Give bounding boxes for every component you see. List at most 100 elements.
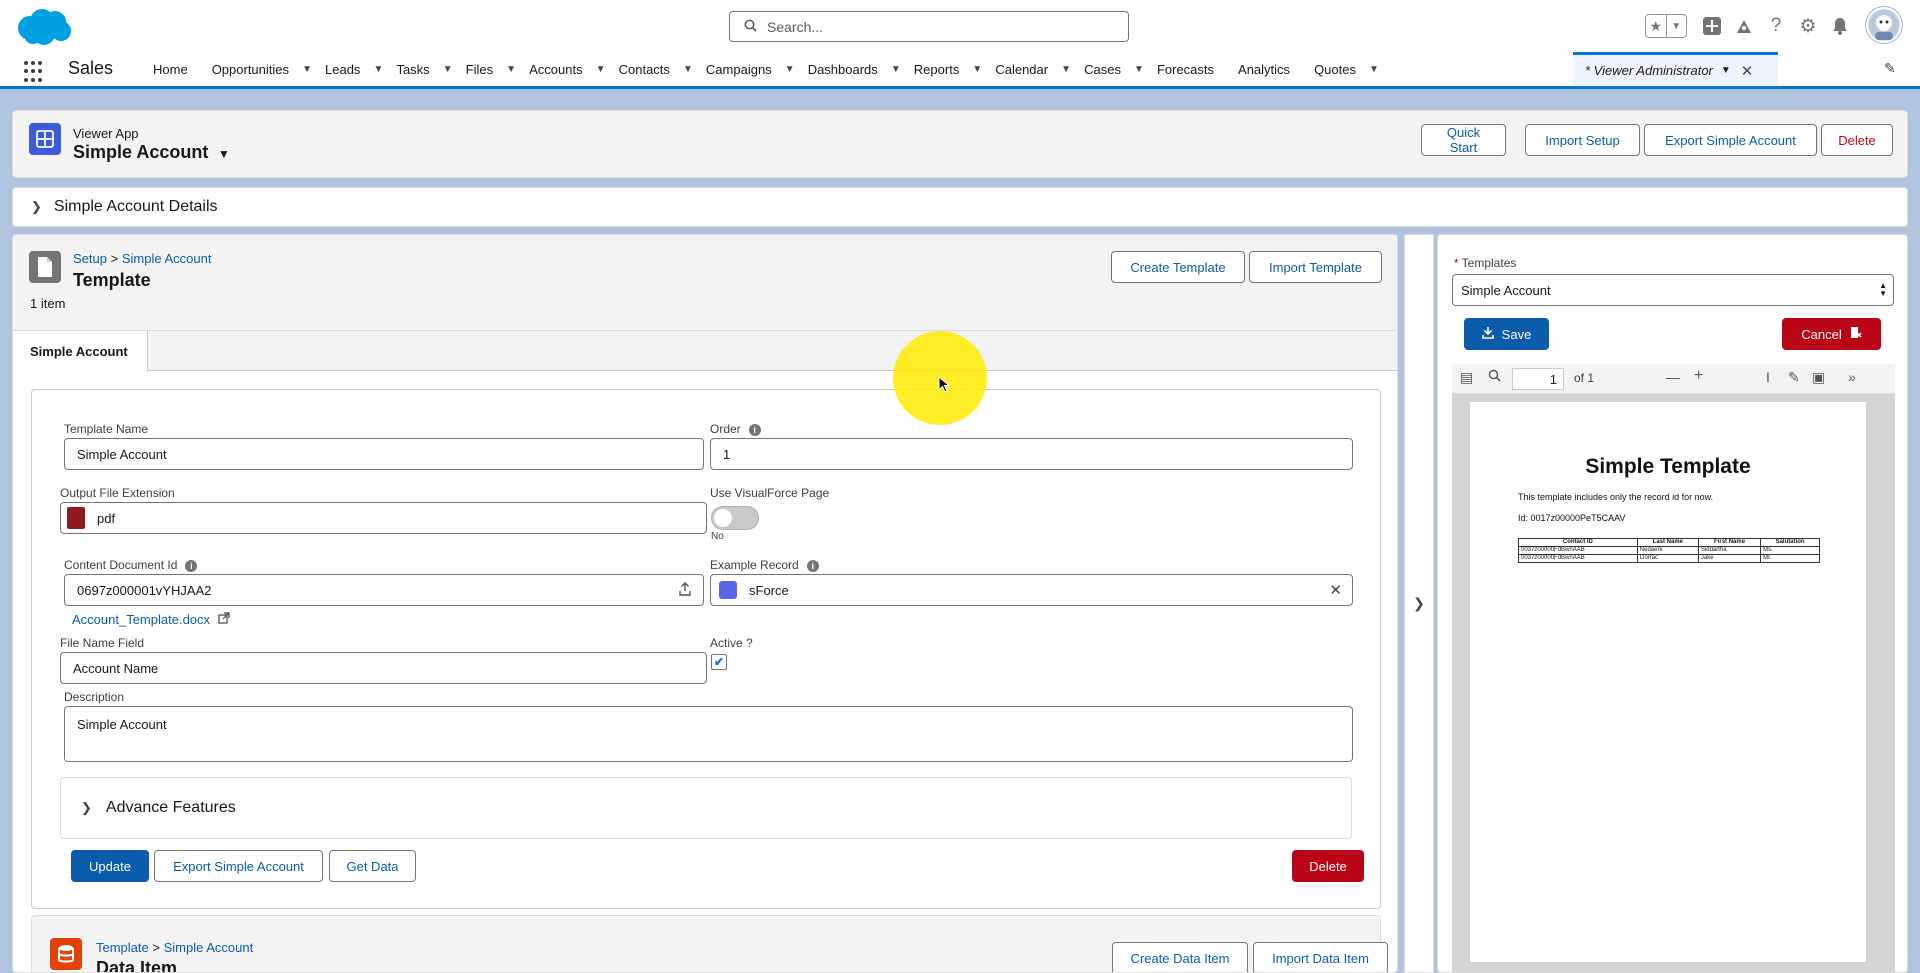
external-link-icon[interactable]	[218, 612, 230, 627]
create-data-item-button[interactable]: Create Data Item	[1112, 942, 1248, 972]
info-icon[interactable]: i	[806, 559, 819, 572]
breadcrumb-setup-link[interactable]: Setup	[73, 251, 107, 266]
delete-template-button[interactable]: Delete	[1292, 850, 1364, 882]
nav-item-reports[interactable]: Reports ▼	[908, 52, 990, 86]
pdf-table: Contact ID Last Name First Name Salutati…	[1518, 538, 1820, 563]
quick-start-button[interactable]: Quick Start	[1421, 124, 1506, 156]
close-icon[interactable]: ✕	[1741, 62, 1754, 80]
import-data-item-button[interactable]: Import Data Item	[1253, 942, 1388, 972]
chevron-down-icon[interactable]: ▼	[589, 64, 613, 75]
breadcrumb-template-link[interactable]: Template	[96, 940, 149, 955]
nav-tab-label: * Viewer Administrator	[1585, 63, 1713, 78]
pdf-table-row: 0037z00000FdBwnAAB Llorrac Jake Mr.	[1518, 554, 1820, 563]
description-textarea[interactable]: Simple Account	[64, 706, 1353, 762]
app-launcher-icon[interactable]	[24, 61, 46, 83]
trailhead-icon[interactable]	[1732, 14, 1756, 38]
caret-down-icon[interactable]: ▼	[218, 147, 230, 161]
import-setup-button[interactable]: Import Setup	[1525, 124, 1640, 156]
example-record-lookup[interactable]: sForce ✕	[710, 574, 1353, 606]
nav-item-opportunities[interactable]: Opportunities ▼	[206, 52, 319, 86]
nav-item-dashboards[interactable]: Dashboards ▼	[802, 52, 908, 86]
export-simple-account-form-button[interactable]: Export Simple Account	[154, 850, 323, 882]
user-avatar[interactable]	[1866, 7, 1902, 43]
advance-features-accordion[interactable]: ❯ Advance Features	[60, 777, 1352, 839]
delete-button[interactable]: Delete	[1821, 124, 1893, 156]
chevron-down-icon[interactable]: ▼	[1362, 64, 1386, 75]
tab-simple-account[interactable]: Simple Account	[13, 331, 148, 372]
chevron-down-icon[interactable]: ▼	[1665, 15, 1687, 37]
star-icon[interactable]: ★	[1646, 15, 1666, 37]
page-number-input[interactable]: 1	[1512, 368, 1564, 390]
output-ext-field[interactable]: pdf	[60, 502, 707, 534]
create-template-button[interactable]: Create Template	[1111, 251, 1245, 283]
chevron-down-icon[interactable]: ▼	[884, 64, 908, 75]
details-accordion[interactable]: ❯ Simple Account Details	[12, 187, 1908, 227]
nav-item-cases[interactable]: Cases ▼	[1078, 52, 1151, 86]
import-template-button[interactable]: Import Template	[1249, 251, 1382, 283]
nav-item-analytics[interactable]: Analytics	[1232, 52, 1308, 86]
nav-item-contacts[interactable]: Contacts ▼	[613, 52, 700, 86]
chevron-down-icon[interactable]: ▼	[676, 64, 700, 75]
draw-icon[interactable]: ✎	[1788, 369, 1800, 386]
breadcrumb-item-link[interactable]: Simple Account	[164, 940, 254, 955]
panel-splitter[interactable]: ❯	[1404, 234, 1434, 973]
export-simple-account-button[interactable]: Export Simple Account	[1644, 124, 1817, 156]
more-tools-icon[interactable]: »	[1848, 369, 1856, 385]
chevron-down-icon[interactable]: ▼	[965, 64, 989, 75]
info-icon[interactable]: i	[185, 559, 198, 572]
upload-icon[interactable]	[679, 582, 691, 599]
nav-item-accounts[interactable]: Accounts ▼	[523, 52, 612, 86]
nav-tab-viewer-administrator[interactable]: * Viewer Administrator ▼ ✕	[1573, 52, 1778, 86]
nav-item-files[interactable]: Files ▼	[460, 52, 523, 86]
bell-icon[interactable]	[1828, 14, 1852, 38]
pencil-icon[interactable]: ✎	[1884, 60, 1896, 77]
templates-select[interactable]: Simple Account ▲ ▼	[1452, 274, 1894, 306]
chevron-down-icon[interactable]: ▼	[295, 64, 319, 75]
chevron-down-icon[interactable]: ▼	[366, 64, 390, 75]
nav-item-home[interactable]: Home	[147, 52, 206, 86]
info-icon[interactable]: i	[748, 423, 761, 436]
text-cursor-icon[interactable]: I	[1766, 369, 1770, 385]
app-icon	[29, 123, 61, 155]
template-name-input[interactable]: Simple Account	[64, 438, 704, 470]
pdf-viewer[interactable]: Simple Template This template includes o…	[1452, 394, 1895, 972]
pdf-table-cell: Llorrac	[1636, 554, 1699, 563]
file-name-field-input[interactable]: Account Name	[60, 652, 707, 684]
zoom-in-icon[interactable]: +	[1694, 367, 1703, 385]
nav-item-tasks[interactable]: Tasks ▼	[390, 52, 459, 86]
update-button[interactable]: Update	[71, 850, 149, 882]
cancel-button[interactable]: Cancel	[1782, 318, 1881, 350]
chevron-down-icon[interactable]: ▼	[778, 64, 802, 75]
chevron-down-icon[interactable]: ▼	[1127, 64, 1151, 75]
zoom-out-icon[interactable]: —	[1666, 369, 1680, 385]
active-checkbox[interactable]: ✔	[711, 654, 727, 670]
chevron-down-icon[interactable]: ▼	[436, 64, 460, 75]
gear-icon[interactable]: ⚙	[1796, 14, 1820, 38]
nav-item-campaigns[interactable]: Campaigns ▼	[700, 52, 802, 86]
image-icon[interactable]: ▣	[1812, 369, 1825, 386]
chevron-down-icon[interactable]: ▼	[499, 64, 523, 75]
nav-item-leads[interactable]: Leads ▼	[319, 52, 390, 86]
get-data-button[interactable]: Get Data	[329, 850, 416, 882]
chevron-down-icon[interactable]: ▼	[1054, 64, 1078, 75]
search-icon[interactable]	[1488, 369, 1501, 385]
save-button[interactable]: Save	[1464, 318, 1549, 350]
content-doc-input[interactable]: 0697z000001vYHJAA2	[64, 574, 704, 606]
add-icon[interactable]	[1700, 14, 1724, 38]
sidebar-toggle-icon[interactable]: ▤	[1460, 369, 1473, 386]
breadcrumb-item-link[interactable]: Simple Account	[122, 251, 212, 266]
page-title[interactable]: Simple Account	[73, 142, 208, 163]
nav-item-quotes[interactable]: Quotes ▼	[1308, 52, 1386, 86]
help-icon[interactable]: ?	[1764, 14, 1788, 38]
use-vf-toggle[interactable]	[711, 506, 759, 530]
chevron-right-icon[interactable]: ❯	[1413, 595, 1425, 612]
nav-item-forecasts[interactable]: Forecasts	[1151, 52, 1232, 86]
clear-icon[interactable]: ✕	[1329, 581, 1342, 599]
chevron-down-icon[interactable]: ▼	[1721, 65, 1731, 76]
content-doc-link[interactable]: Account_Template.docx	[72, 612, 210, 627]
global-search-input[interactable]: Search...	[729, 11, 1129, 42]
nav-item-calendar[interactable]: Calendar ▼	[989, 52, 1078, 86]
order-input[interactable]: 1	[710, 438, 1353, 470]
salesforce-logo-icon[interactable]	[14, 6, 74, 48]
favorites-button-group[interactable]: ★ ▼	[1645, 14, 1687, 38]
